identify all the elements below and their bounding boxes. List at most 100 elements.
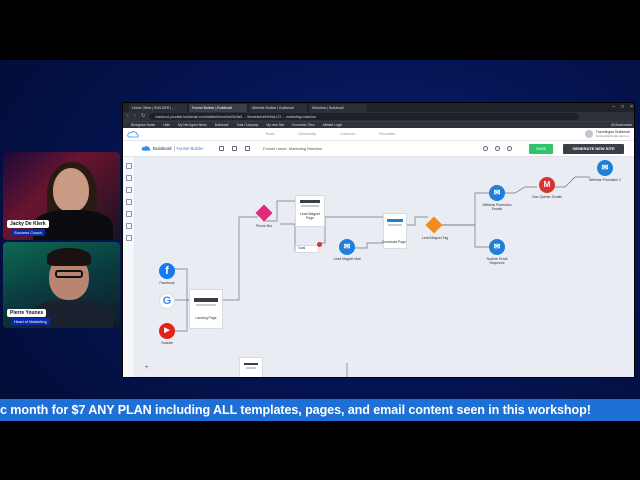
nurture-email-node[interactable]: ✉ — [489, 239, 505, 255]
save-button[interactable]: SAVE — [529, 144, 553, 154]
youtube-icon: ▶ — [159, 323, 175, 339]
face — [53, 168, 89, 212]
address-bar[interactable]: checkout.yoursite.builderall.com/builder… — [149, 113, 579, 120]
page-icon[interactable] — [126, 175, 132, 181]
left-toolbar — [123, 157, 135, 377]
product-name: Funnel Builder — [176, 146, 204, 151]
webinar-promo-2-label: Webinar Promotion 2 — [589, 178, 621, 182]
minimize-icon[interactable]: – — [612, 104, 615, 110]
funnel-toolbar: Builderall Funnel Builder Funnel name: M… — [123, 141, 634, 157]
phone-bot-node[interactable] — [255, 204, 273, 222]
funnel-canvas[interactable]: f Facebook G ▶ Youtube Landing Page Phon… — [135, 157, 634, 377]
funnel-name[interactable]: Funnel name: Marketing Machine — [263, 146, 322, 151]
facebook-node[interactable]: f — [159, 263, 175, 279]
phone-bot-label: Phone Bot — [256, 224, 272, 228]
hair — [47, 248, 91, 266]
generate-site-button[interactable]: GENERATE NEW SITE — [563, 144, 624, 154]
participant-name: Pierre Younes — [7, 309, 47, 317]
avatar — [584, 130, 593, 138]
all-bookmarks[interactable]: All Bookmarks — [611, 123, 632, 127]
nav-arrows-icon[interactable]: ‹ › ↻ — [127, 113, 147, 119]
glasses — [55, 270, 83, 278]
email-icon: ✉ — [489, 239, 505, 255]
share-icon[interactable] — [483, 146, 488, 151]
window-controls: – □ × — [612, 104, 633, 110]
nav-favorites[interactable]: Favorites — [379, 131, 395, 136]
user-email: builderall@builderall.com — [595, 134, 630, 138]
bookmark[interactable]: Builderall — [215, 123, 229, 127]
bookmark[interactable]: Total Company — [236, 123, 258, 127]
page-node-partial[interactable] — [239, 357, 263, 377]
non-opener-node[interactable]: M — [539, 177, 555, 193]
site-header: Tools University Connect Favorites Trave… — [123, 128, 634, 141]
page-thumbnail-icon — [244, 363, 258, 365]
browser-tab-active[interactable]: Funnel Builder | Builderall — [189, 104, 247, 112]
bookmark[interactable]: Economic Tiles — [292, 123, 314, 127]
page-thumbnail-icon — [300, 200, 320, 203]
bookmark[interactable]: My new Site — [266, 123, 284, 127]
lead-magnet-page-node[interactable]: Lead Magnet Page — [295, 195, 325, 227]
grid-icon[interactable] — [219, 146, 224, 151]
goal-indicator — [317, 242, 322, 247]
settings-icon[interactable] — [495, 146, 500, 151]
facebook-icon: f — [159, 263, 175, 279]
youtube-label: Youtube — [160, 341, 174, 345]
email-icon: ✉ — [339, 239, 355, 255]
bookmark[interactable]: Hide — [163, 123, 170, 127]
layers-icon[interactable] — [232, 146, 237, 151]
webinar-email-node[interactable]: ✉ — [489, 185, 505, 201]
letterbox-top — [0, 0, 640, 60]
list-icon[interactable] — [245, 146, 250, 151]
brand-divider — [173, 145, 175, 152]
goal-label: Goal — [298, 246, 306, 250]
page-thumbnail-line — [388, 224, 402, 226]
email-icon[interactable] — [126, 211, 132, 217]
bookmark[interactable]: Affiliate Login — [322, 123, 342, 127]
nav-connect[interactable]: Connect — [340, 131, 355, 136]
builderall-logo-icon — [141, 146, 151, 151]
nav-university[interactable]: University — [298, 131, 316, 136]
pointer-icon[interactable] — [126, 163, 132, 169]
landing-page-node[interactable]: Landing Page — [189, 289, 223, 329]
builderall-cloud-icon[interactable] — [127, 131, 139, 138]
landing-page-label: Landing Page — [195, 316, 217, 320]
page-thumbnail-line — [196, 304, 216, 306]
page-thumbnail-icon — [194, 298, 218, 302]
browser-tab[interactable]: Website Builder | Builderall — [249, 104, 307, 112]
youtube-node[interactable]: ▶ — [159, 323, 175, 339]
goal-node[interactable]: Goal — [295, 245, 319, 253]
bookmark[interactable]: Bluegrass Notes — [131, 123, 155, 127]
letterbox-bottom — [0, 420, 640, 480]
webinar-email-label: Webinar Promotion Emails — [482, 203, 512, 211]
browser-tab[interactable]: Workflow | Builderall — [309, 104, 367, 112]
nav-tools[interactable]: Tools — [265, 131, 274, 136]
bookmark[interactable]: My Net Agent Items — [178, 123, 207, 127]
page-thumbnail-line — [246, 367, 256, 369]
bookmarks-bar: Bluegrass Notes Hide My Net Agent Items … — [123, 121, 634, 128]
browser-window: Home Office | BUILDER | ... Funnel Build… — [122, 102, 635, 378]
link-icon[interactable] — [507, 146, 512, 151]
participant-role: Head of Marketing — [11, 318, 50, 325]
lead-magnet-mail-node[interactable]: ✉ — [339, 239, 355, 255]
tag-icon[interactable] — [126, 223, 132, 229]
lead-magnet-tag-node[interactable] — [425, 216, 443, 234]
phone-bot-icon — [255, 204, 273, 222]
connector-lines — [167, 176, 590, 377]
action-icon[interactable] — [126, 199, 132, 205]
webinar-promo-2-node[interactable]: ✉ — [597, 160, 613, 176]
browser-tab[interactable]: Home Office | BUILDER | ... — [129, 104, 187, 112]
note-icon[interactable] — [126, 235, 132, 241]
zoom-in-icon[interactable]: + — [145, 365, 149, 371]
toolbar-tools — [219, 146, 250, 151]
google-node[interactable]: G — [159, 293, 175, 309]
close-icon[interactable]: × — [630, 104, 633, 110]
page-thumbnail-icon — [387, 219, 403, 222]
user-menu[interactable]: Travelingsu Builderall builderall@builde… — [584, 130, 630, 138]
promo-banner-text: c month for $7 ANY PLAN including ALL te… — [0, 403, 591, 417]
participant-role: Success Coach — [11, 229, 45, 236]
traffic-icon[interactable] — [126, 187, 132, 193]
participant-name: Jacky De Klerk — [7, 220, 49, 228]
download-page-label: Download Page — [382, 240, 406, 244]
goal-dot-icon — [317, 242, 322, 247]
maximize-icon[interactable]: □ — [621, 104, 624, 110]
